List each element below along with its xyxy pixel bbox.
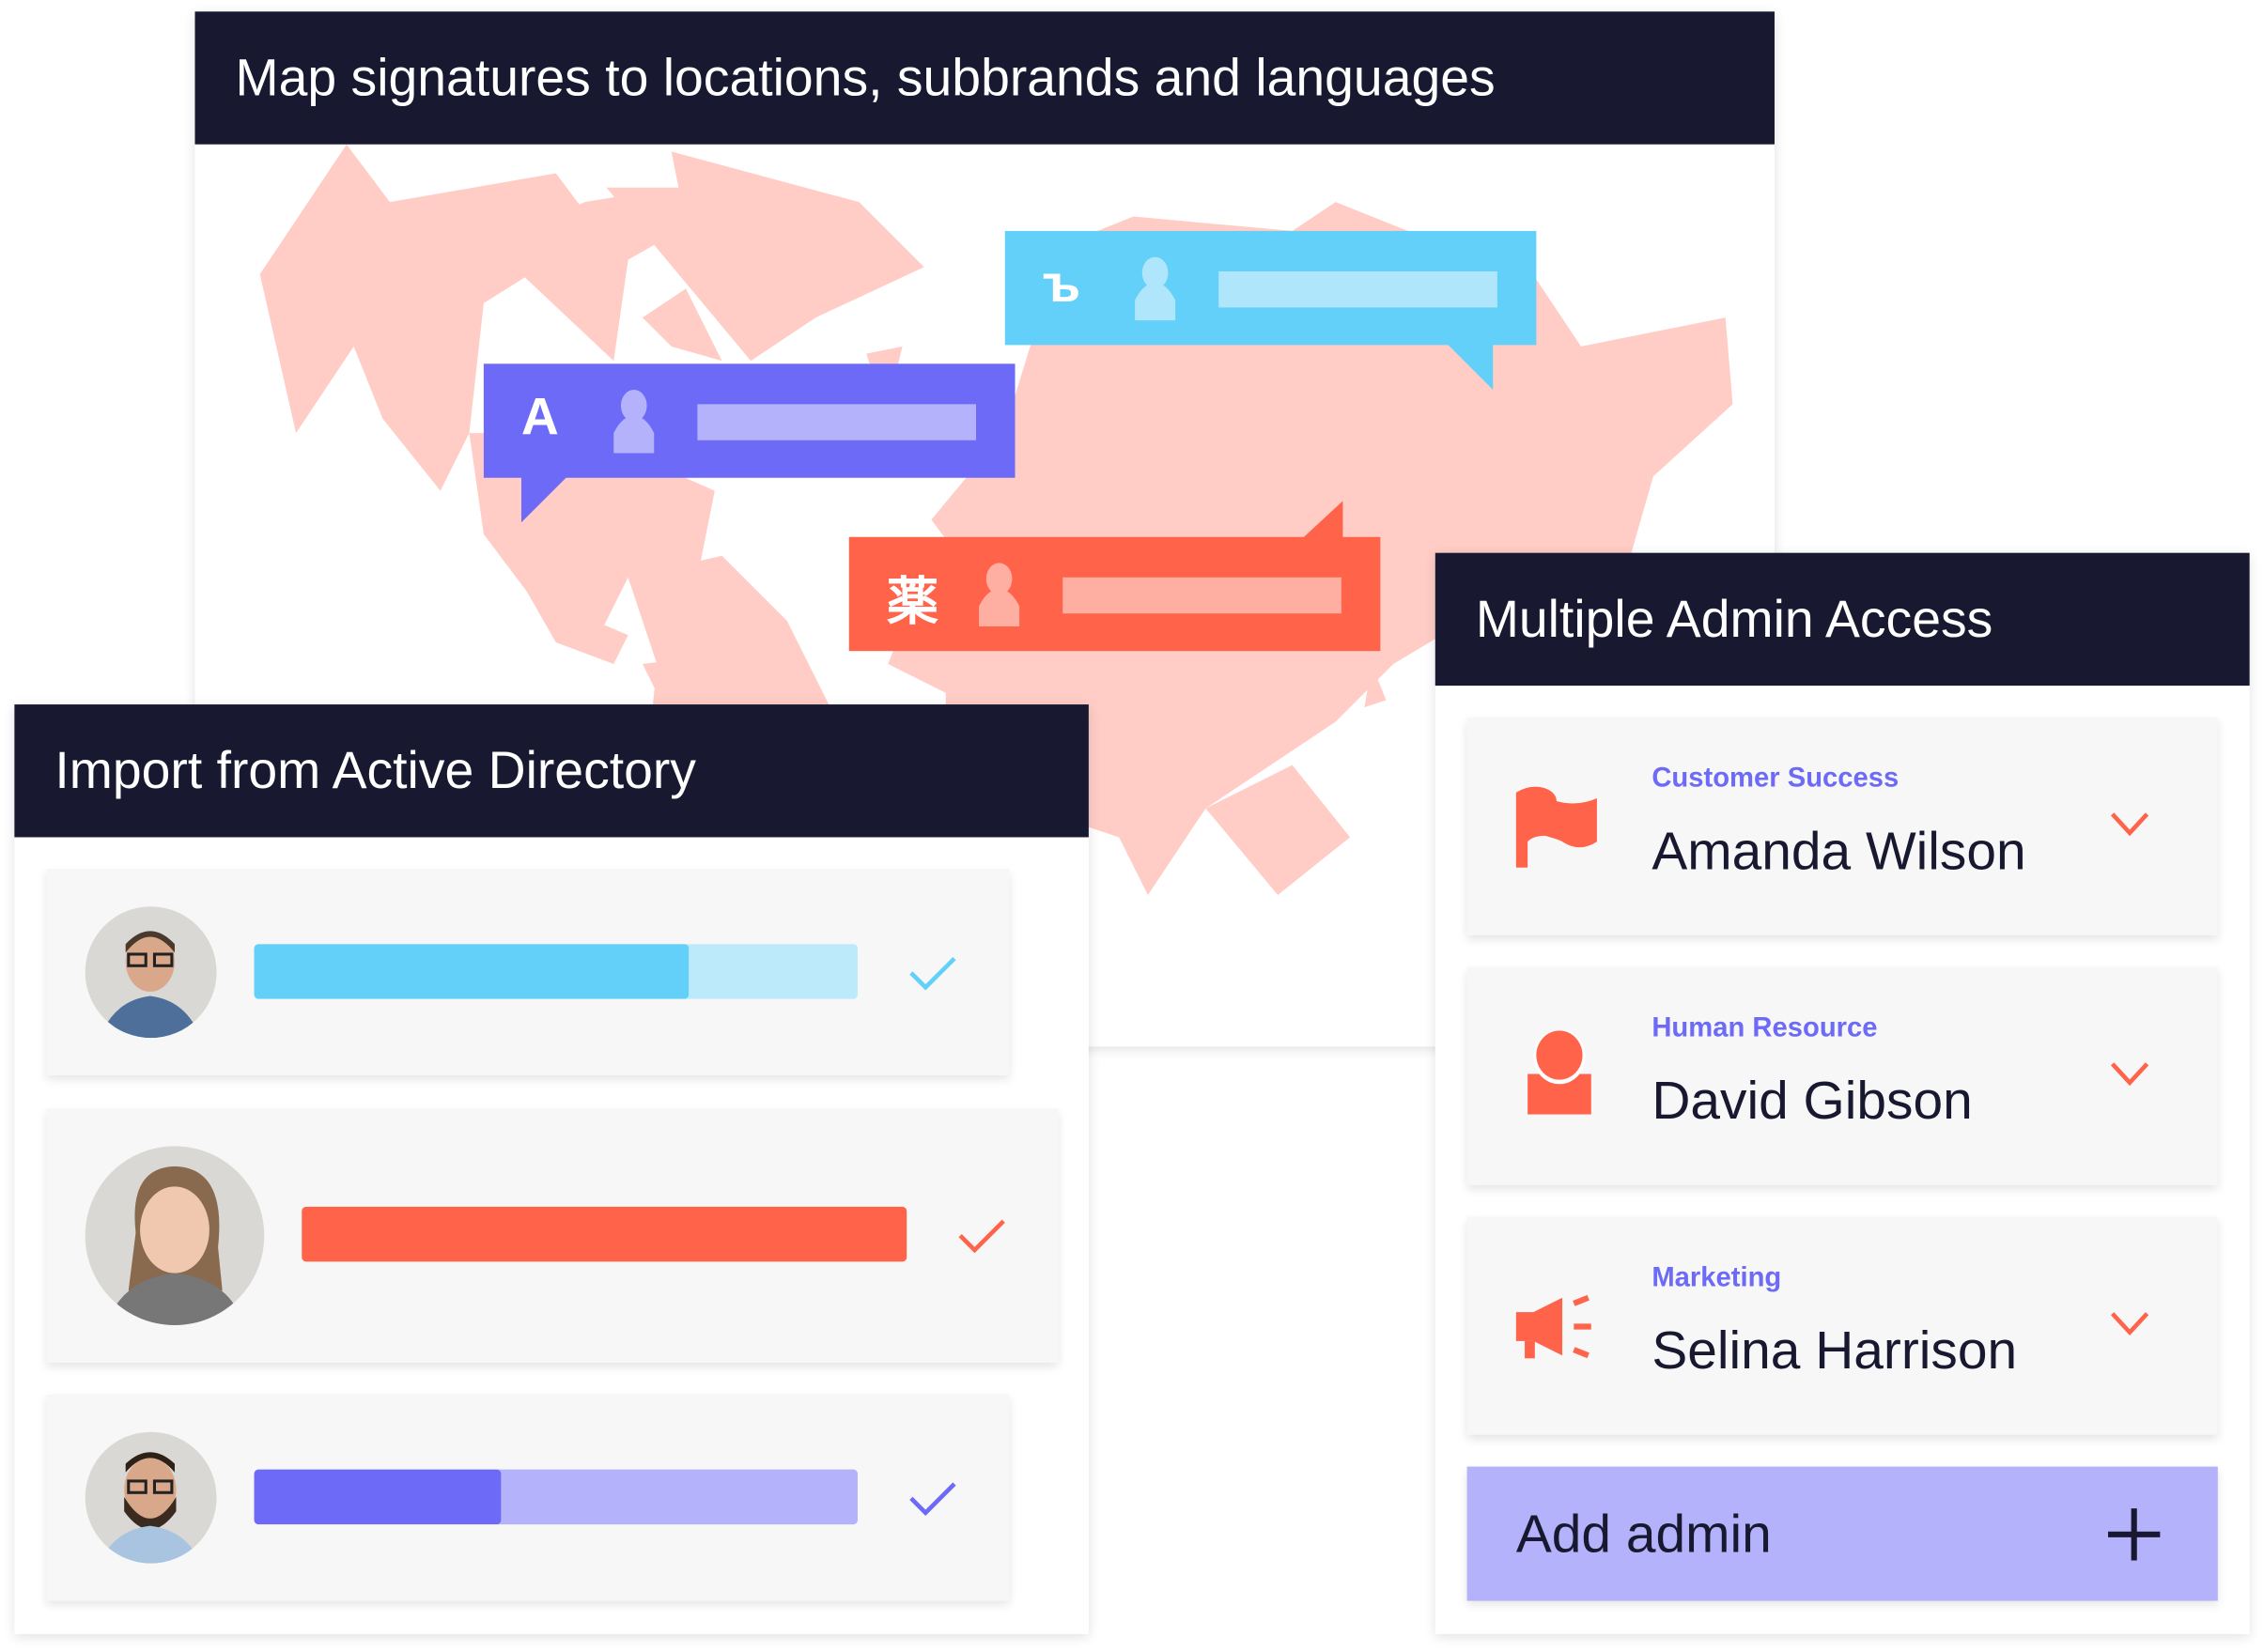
map-card-title: Map signatures to locations, subbrands a… xyxy=(194,11,1775,145)
admin-row[interactable]: Customer Success Amanda Wilson xyxy=(1466,717,2218,935)
import-row[interactable] xyxy=(46,1394,1010,1601)
progress-fill xyxy=(254,1469,502,1525)
admin-card-title: Multiple Admin Access xyxy=(1434,552,2250,687)
avatar xyxy=(85,1146,265,1325)
chevron-down-icon[interactable] xyxy=(2108,1059,2151,1088)
chevron-down-icon[interactable] xyxy=(2108,810,2151,839)
person-icon xyxy=(1527,1030,1591,1115)
bubble-tail xyxy=(520,476,568,523)
placeholder-bar xyxy=(1062,577,1341,614)
bubble-tail xyxy=(1447,343,1494,390)
placeholder-bar xyxy=(1218,270,1497,308)
import-card-title: Import from Active Directory xyxy=(14,704,1089,838)
admin-name: David Gibson xyxy=(1651,1071,1973,1131)
check-icon xyxy=(958,1219,1005,1254)
import-row[interactable] xyxy=(46,1108,1059,1363)
megaphone-icon xyxy=(1515,1294,1591,1359)
language-bubble-latin: A xyxy=(483,363,1016,523)
check-icon xyxy=(909,956,956,991)
add-admin-button[interactable]: Add admin xyxy=(1466,1466,2218,1601)
language-bubble-cyrillic: ъ xyxy=(1004,230,1537,390)
add-admin-label: Add admin xyxy=(1515,1504,1772,1564)
plus-icon xyxy=(2108,1508,2161,1561)
user-icon xyxy=(1135,256,1176,321)
progress-fill xyxy=(302,1206,907,1262)
progress-fill xyxy=(254,944,690,999)
language-bubble-japanese: 薬 xyxy=(848,501,1381,652)
admin-name: Selina Harrison xyxy=(1651,1320,2018,1381)
language-glyph: ъ xyxy=(1042,254,1081,314)
avatar xyxy=(85,906,217,1039)
import-progress-bar xyxy=(302,1206,907,1262)
user-icon xyxy=(613,389,655,454)
check-icon xyxy=(909,1482,956,1516)
avatar xyxy=(85,1431,217,1564)
import-card: Import from Active Directory xyxy=(14,704,1089,1634)
admin-card: Multiple Admin Access Customer Success A… xyxy=(1434,552,2250,1634)
admin-row[interactable]: Human Resource David Gibson xyxy=(1466,966,2218,1185)
bubble-tail xyxy=(1302,501,1343,539)
chevron-down-icon[interactable] xyxy=(2108,1309,2151,1338)
language-glyph: 薬 xyxy=(886,571,939,631)
user-icon xyxy=(979,563,1020,627)
admin-department: Customer Success xyxy=(1651,764,1900,795)
admin-department: Marketing xyxy=(1651,1262,1782,1294)
admin-department: Human Resource xyxy=(1651,1012,1878,1044)
import-progress-bar xyxy=(254,1469,858,1525)
placeholder-bar xyxy=(697,404,977,440)
admin-row[interactable]: Marketing Selina Harrison xyxy=(1466,1216,2218,1435)
import-progress-bar xyxy=(254,944,858,999)
admin-name: Amanda Wilson xyxy=(1651,821,2026,881)
language-glyph: A xyxy=(520,386,559,446)
flag-icon xyxy=(1515,786,1597,868)
import-row[interactable] xyxy=(46,869,1010,1076)
